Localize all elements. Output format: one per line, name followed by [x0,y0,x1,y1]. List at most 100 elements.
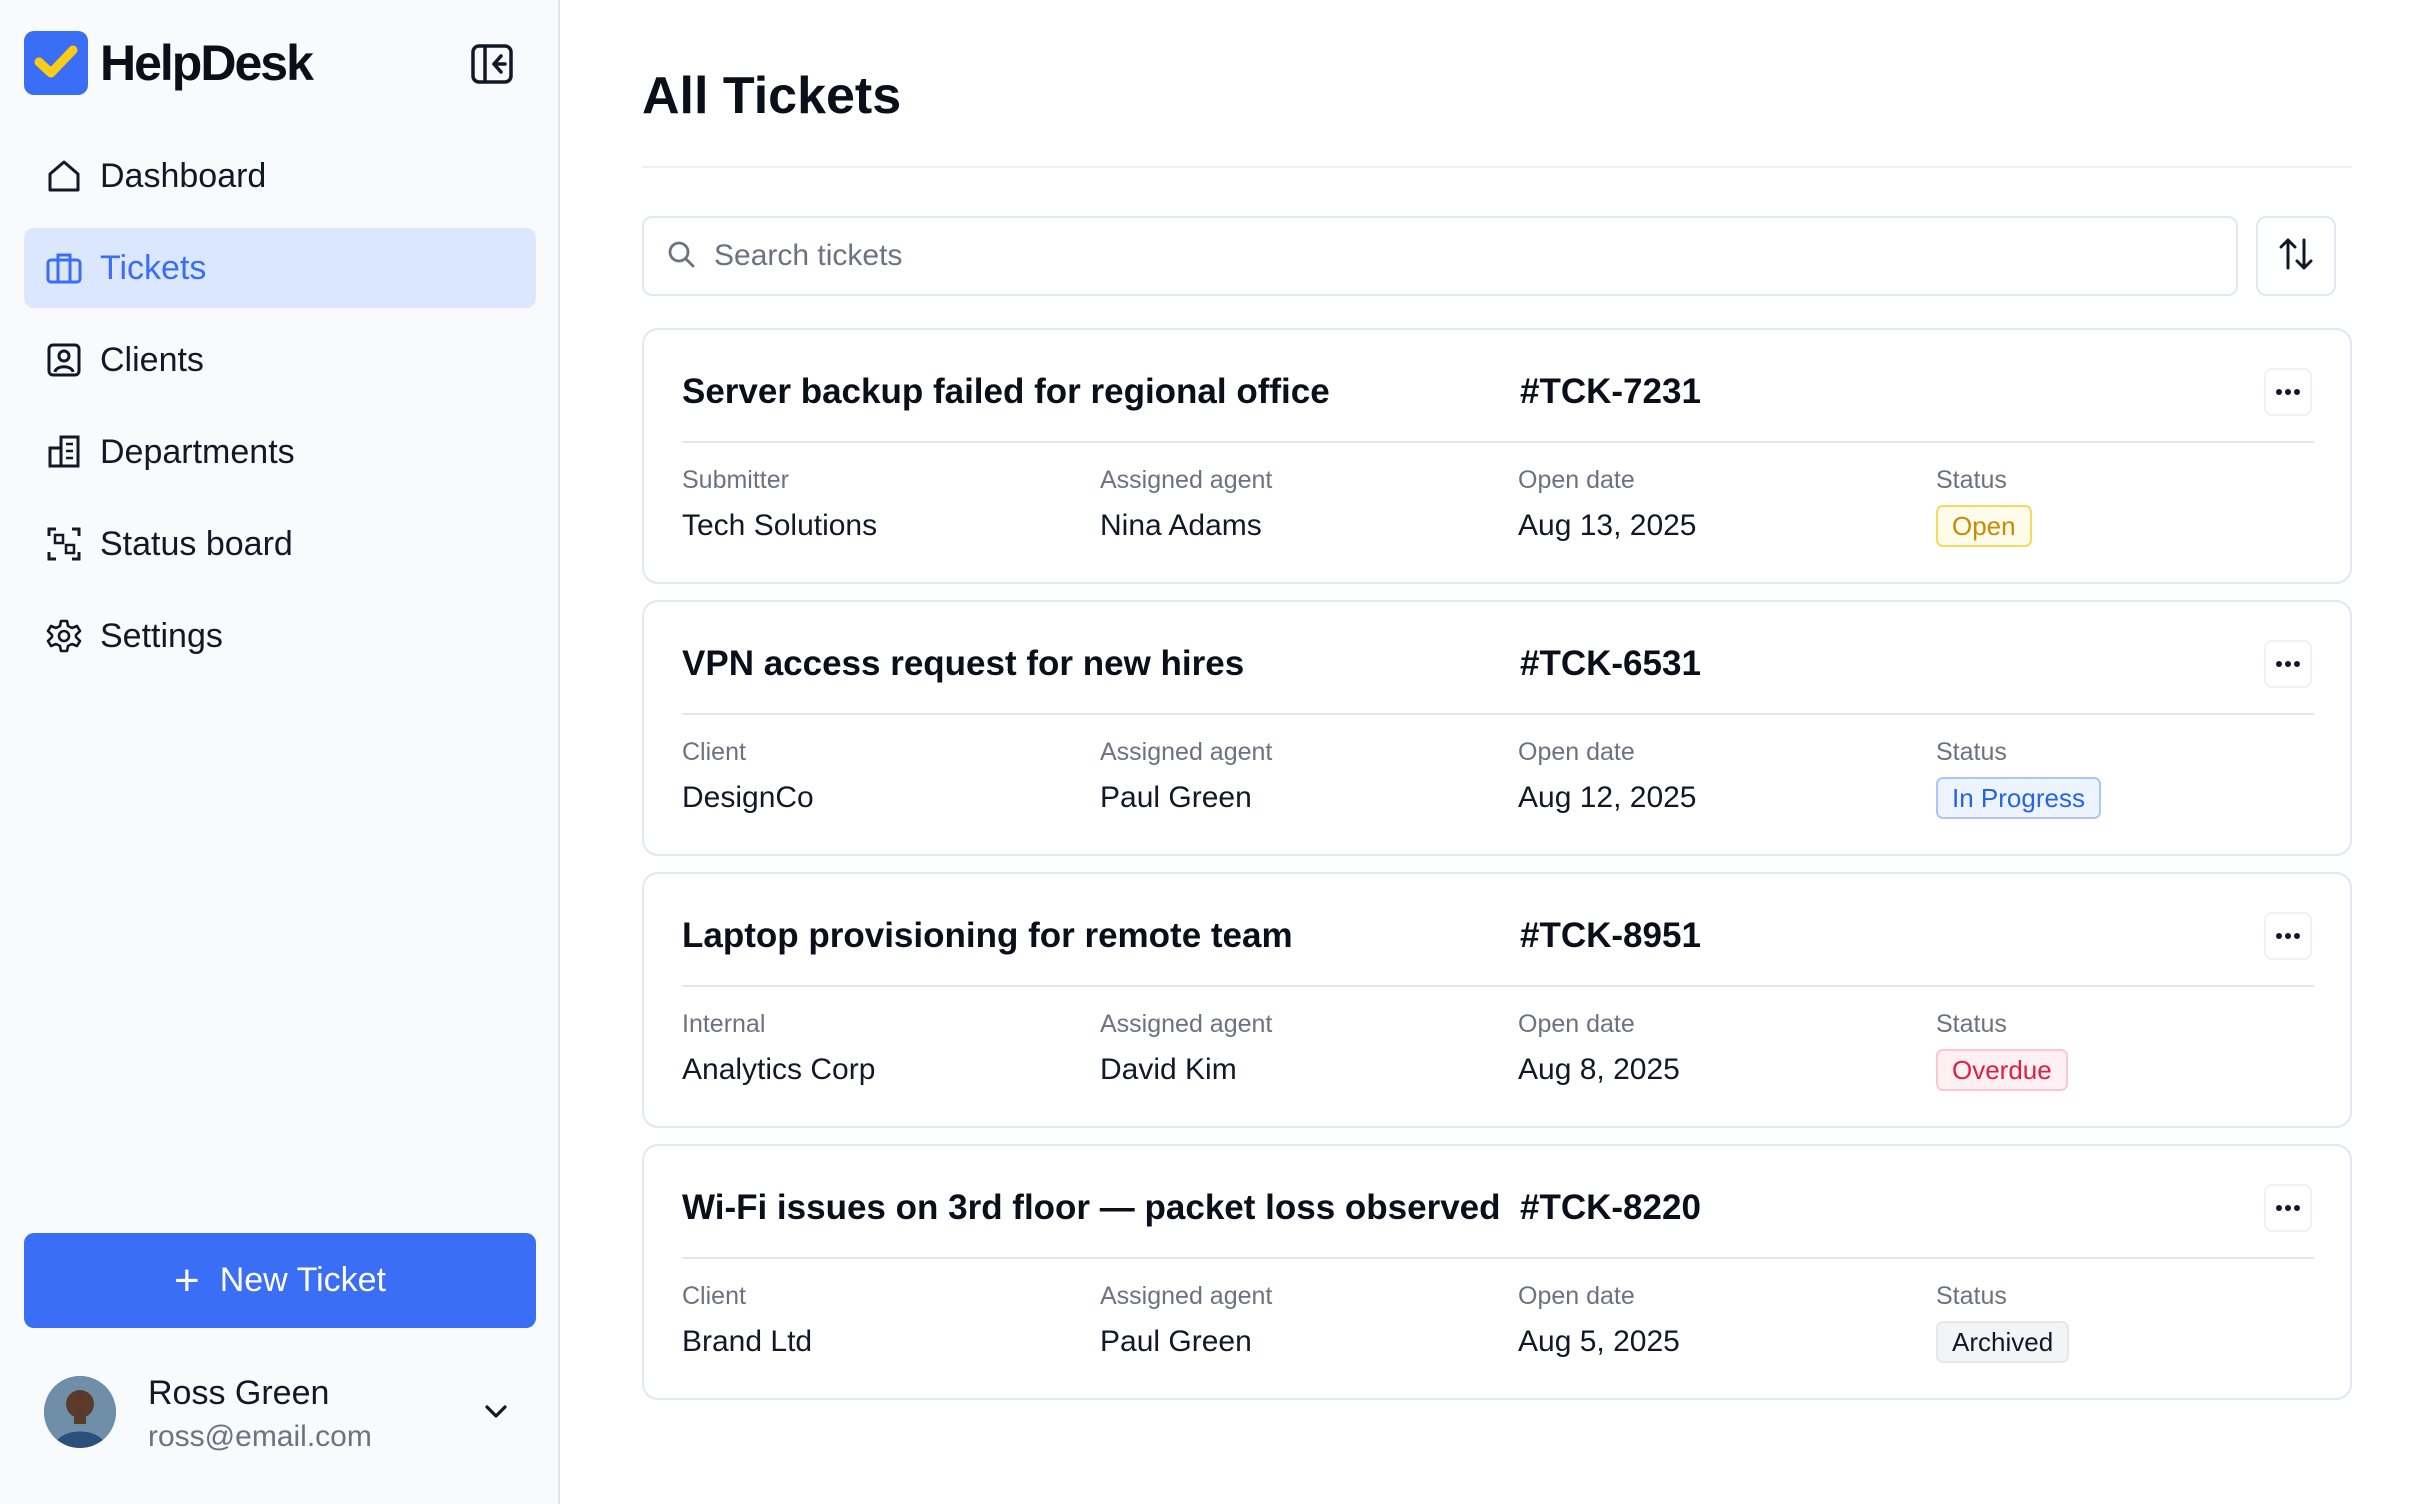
user-email: ross@email.com [148,1420,372,1453]
field-value: Tech Solutions [682,509,878,542]
ticket-status: Status Overdue [1936,1010,2068,1091]
field-label: Client [682,1282,746,1310]
ticket-field: Assigned agent David Kim [1100,1010,1272,1087]
ticket-field: Open date Aug 8, 2025 [1518,1010,1680,1087]
field-value: Nina Adams [1100,509,1262,542]
more-options-icon[interactable] [2264,1184,2312,1232]
field-value: Aug 13, 2025 [1518,509,1697,542]
field-value: Paul Green [1100,1325,1252,1358]
field-value: Aug 12, 2025 [1518,781,1697,814]
field-value: DesignCo [682,781,814,814]
sidebar-item-tickets[interactable]: Tickets [24,228,536,308]
sidebar-item-clients[interactable]: Clients [24,320,536,400]
sidebar-item-departments[interactable]: Departments [24,412,536,492]
ticket-title: Server backup failed for regional office [682,372,1330,411]
field-label: Assigned agent [1100,1282,1273,1310]
new-ticket-button[interactable]: + New Ticket [24,1233,536,1328]
ticket-card[interactable]: Server backup failed for regional office… [642,328,2352,584]
ticket-field: Assigned agent Paul Green [1100,738,1272,815]
client-icon [44,340,84,380]
search-bar[interactable] [642,216,2238,296]
field-label: Assigned agent [1100,1010,1273,1038]
brand[interactable]: HelpDesk [24,30,314,96]
more-options-icon[interactable] [2264,640,2312,688]
sidebar-item-status-board[interactable]: Status board [24,504,536,584]
field-label: Submitter [682,466,789,494]
sort-button[interactable] [2256,216,2336,296]
sidebar-item-label: Settings [100,616,223,655]
board-icon [44,524,84,564]
divider [682,441,2314,443]
gear-icon [44,616,84,656]
field-label: Open date [1518,738,1635,766]
field-value: Aug 5, 2025 [1518,1325,1680,1358]
field-value: Brand Ltd [682,1325,813,1358]
ticket-title: Laptop provisioning for remote team [682,916,1293,955]
ticket-card[interactable]: VPN access request for new hires #TCK-65… [642,600,2352,856]
more-options-icon[interactable] [2264,368,2312,416]
ticket-id: #TCK-8951 [1520,916,1701,955]
more-options-icon[interactable] [2264,912,2312,960]
ticket-id: #TCK-6531 [1520,644,1701,683]
sidebar-item-label: Dashboard [100,156,267,195]
new-ticket-label: New Ticket [219,1261,386,1299]
sidebar-item-settings[interactable]: Settings [24,596,536,676]
brand-name: HelpDesk [100,35,314,91]
ticket-icon [44,248,84,288]
divider [682,1257,2314,1259]
field-label: Assigned agent [1100,466,1273,494]
ticket-title: VPN access request for new hires [682,644,1245,683]
ticket-field: Assigned agent Paul Green [1100,1282,1272,1359]
collapse-sidebar-icon[interactable] [468,42,516,86]
avatar [44,1376,116,1448]
sort-icon [2276,234,2316,279]
field-label: Open date [1518,466,1635,494]
user-menu[interactable]: Ross Green ross@email.com [44,1374,536,1454]
ticket-card[interactable]: Wi-Fi issues on 3rd floor — packet loss … [642,1144,2352,1400]
field-value: David Kim [1100,1053,1237,1086]
ticket-status: Status Archived [1936,1282,2070,1363]
ticket-title: Wi-Fi issues on 3rd floor — packet loss … [682,1188,1501,1227]
logo-check-icon [24,31,88,95]
divider [682,985,2314,987]
field-label: Open date [1518,1282,1635,1310]
status-badge: Archived [1936,1321,2070,1363]
sidebar-item-dashboard[interactable]: Dashboard [24,136,536,216]
building-icon [44,432,84,472]
ticket-list: Server backup failed for regional office… [642,328,2352,1416]
ticket-field: Open date Aug 12, 2025 [1518,738,1697,815]
status-badge: In Progress [1936,777,2101,819]
field-label: Status [1936,466,2007,494]
field-value: Paul Green [1100,781,1252,814]
field-label: Status [1936,1010,2007,1038]
ticket-field: Client Brand Ltd [682,1282,812,1359]
ticket-id: #TCK-8220 [1520,1188,1701,1227]
ticket-field: Submitter Tech Solutions [682,466,877,543]
sidebar-item-label: Tickets [100,248,207,287]
ticket-field: Client DesignCo [682,738,814,815]
status-badge: Open [1936,505,2032,547]
divider [642,166,2352,168]
sidebar-nav: Dashboard Tickets Clients Departments St… [24,136,536,688]
ticket-field: Open date Aug 13, 2025 [1518,466,1697,543]
ticket-card[interactable]: Laptop provisioning for remote team #TCK… [642,872,2352,1128]
chevron-down-icon[interactable] [478,1394,514,1430]
divider [682,713,2314,715]
page-title: All Tickets [642,67,902,125]
field-value: Analytics Corp [682,1053,876,1086]
ticket-field: Assigned agent Nina Adams [1100,466,1272,543]
field-label: Client [682,738,746,766]
ticket-field: Open date Aug 5, 2025 [1518,1282,1680,1359]
user-name: Ross Green [148,1374,330,1412]
field-label: Status [1936,1282,2007,1310]
field-label: Status [1936,738,2007,766]
ticket-id: #TCK-7231 [1520,372,1701,411]
field-label: Internal [682,1010,766,1038]
ticket-status: Status In Progress [1936,738,2101,819]
status-badge: Overdue [1936,1049,2068,1091]
search-input[interactable] [714,239,2114,273]
field-label: Assigned agent [1100,738,1273,766]
sidebar-item-label: Clients [100,340,204,379]
field-label: Open date [1518,1010,1635,1038]
plus-icon: + [174,1255,200,1305]
